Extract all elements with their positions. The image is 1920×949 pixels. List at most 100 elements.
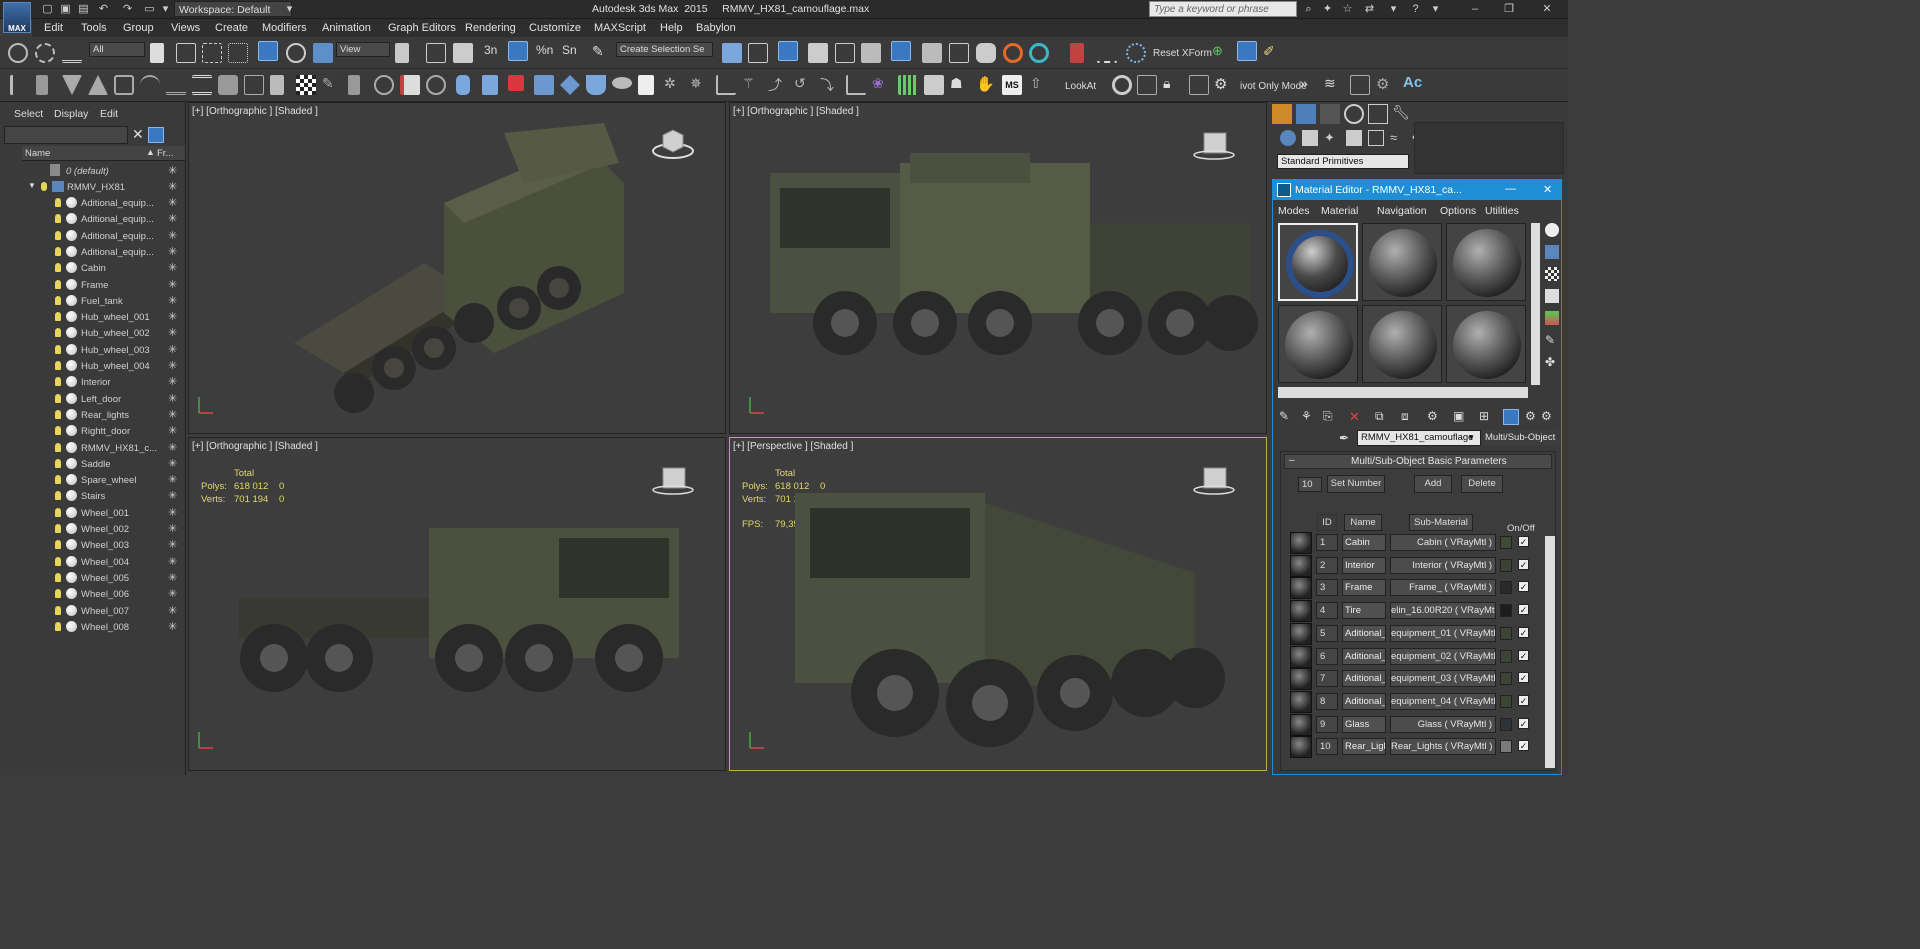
column-name-button[interactable]: Name (1344, 514, 1382, 531)
submaterial-name[interactable]: Cabin (1342, 534, 1386, 551)
menu-help[interactable]: Help (660, 22, 683, 34)
mesh-icon[interactable]: ✲ (664, 75, 684, 95)
light-icon[interactable] (55, 442, 61, 452)
freeze-icon[interactable]: ✳ (168, 261, 177, 274)
light-icon[interactable] (55, 556, 61, 566)
reference-coordinate-dropdown[interactable]: View (336, 42, 390, 57)
submaterial-name[interactable]: Aditional_e (1342, 692, 1386, 710)
lookat-label[interactable]: LookAt (1065, 81, 1096, 92)
binoculars-icon[interactable]: ⌕ (1301, 2, 1316, 16)
arc-icon[interactable] (140, 75, 160, 95)
submaterial-id[interactable]: 1 (1316, 534, 1338, 551)
submaterial-row[interactable]: 7Aditional_eequipment_03 ( VRayMtl ) ✓ (1290, 668, 1546, 691)
scene-object-row[interactable]: Stairs ✳ (22, 488, 185, 504)
tube-icon[interactable] (482, 75, 498, 95)
stack-icon[interactable] (192, 75, 212, 95)
reset-map-icon[interactable]: ✕ (1349, 409, 1360, 425)
freeze-icon[interactable]: ✳ (168, 506, 177, 519)
show-end-result-icon[interactable]: ⊞ (1479, 409, 1489, 423)
freeze-icon[interactable]: ✳ (168, 180, 177, 193)
menu-modes[interactable]: Modes (1278, 205, 1310, 217)
freeze-icon[interactable]: ✳ (168, 408, 177, 421)
assign-to-selection-icon[interactable]: ⎘ (1323, 409, 1333, 424)
submaterial-button[interactable]: Cabin ( VRayMtl ) (1390, 534, 1496, 551)
light-icon[interactable] (55, 246, 61, 256)
taper-icon[interactable]: ⤵ (820, 75, 840, 95)
video-color-check-icon[interactable] (1545, 311, 1559, 325)
light-icon[interactable] (55, 621, 61, 631)
curve-editor-icon[interactable] (835, 43, 855, 63)
column-submaterial-button[interactable]: Sub-Material (1409, 514, 1473, 531)
scene-explorer-toggle-icon[interactable] (778, 41, 798, 61)
menu-views[interactable]: Views (171, 22, 200, 34)
submaterial-onoff-checkbox[interactable]: ✓ (1518, 536, 1529, 547)
exchange-icon[interactable]: ⇄ (1362, 2, 1377, 16)
light-icon[interactable] (55, 409, 61, 419)
scene-object-row[interactable]: Wheel_006 ✳ (22, 586, 185, 602)
box-icon[interactable] (534, 75, 554, 95)
help-icon[interactable]: ? (1408, 2, 1423, 16)
scene-object-row[interactable]: Aditional_equip... ✳ (22, 228, 185, 244)
submaterial-id[interactable]: 10 (1316, 738, 1338, 756)
select-move-icon[interactable] (258, 41, 278, 61)
redo-icon[interactable]: ↷ (120, 2, 135, 16)
minimize-icon[interactable]: — (1505, 183, 1516, 195)
app-logo[interactable]: MAX (3, 2, 31, 33)
window-crossing-icon[interactable] (228, 43, 248, 63)
submaterial-name[interactable]: Frame (1342, 579, 1386, 597)
minimize-icon[interactable]: – (1464, 1, 1486, 17)
scene-object-row[interactable]: Frame ✳ (22, 277, 185, 293)
submaterial-thumbnail[interactable] (1290, 713, 1312, 736)
submaterial-thumbnail[interactable] (1290, 577, 1312, 600)
freeze-icon[interactable]: ✳ (168, 424, 177, 437)
submaterial-id[interactable]: 7 (1316, 670, 1338, 688)
light-icon[interactable] (55, 589, 61, 599)
freeze-icon[interactable]: ✳ (168, 392, 177, 405)
submaterial-thumbnail[interactable] (1290, 668, 1312, 691)
submaterial-thumbnail[interactable] (1290, 645, 1312, 668)
utilities-tab-icon[interactable]: 🔧︎ (1392, 104, 1412, 124)
scene-object-row[interactable]: Aditional_equip... ✳ (22, 195, 185, 211)
scene-object-row[interactable]: Rear_lights ✳ (22, 407, 185, 423)
select-manipulate-icon[interactable] (426, 43, 446, 63)
submaterial-id[interactable]: 4 (1316, 602, 1338, 620)
hammer-icon[interactable] (10, 75, 30, 95)
layer-row[interactable]: 0 (default) ✳ (22, 163, 185, 179)
make-unique-icon[interactable]: ⧉ (1375, 409, 1384, 424)
double-chevron-icon[interactable]: » (1300, 75, 1320, 95)
light-icon[interactable] (55, 328, 61, 338)
submaterial-name[interactable]: Rear_Light (1342, 738, 1386, 756)
spacewarps-icon[interactable]: ≈ (1390, 130, 1406, 146)
put-to-library-icon[interactable]: ⧈ (1401, 409, 1409, 424)
measure-icon[interactable] (1097, 43, 1117, 63)
submaterial-row[interactable]: 8Aditional_eequipment_04 ( VRayMtl ) ✓ (1290, 690, 1546, 713)
submaterial-button[interactable]: Glass ( VRayMtl ) (1390, 715, 1496, 733)
submaterial-onoff-checkbox[interactable]: ✓ (1518, 672, 1529, 684)
pivot-only-label[interactable]: ivot Only Mode (1240, 81, 1307, 92)
submaterial-color-swatch[interactable] (1500, 536, 1512, 549)
submaterial-thumbnail[interactable] (1290, 690, 1312, 713)
keyboard-shortcut-icon[interactable] (453, 43, 473, 63)
material-name-field[interactable]: RMMV_HX81_camouflage (1357, 430, 1481, 446)
viewport-top-left[interactable]: [+] [Orthographic ] [Shaded ] (188, 102, 726, 434)
diamond-icon[interactable] (560, 75, 580, 95)
light-icon[interactable] (55, 344, 61, 354)
dropdown-icon[interactable]: ▾ (1386, 2, 1401, 16)
light-icon[interactable] (55, 214, 61, 224)
submaterial-onoff-checkbox[interactable]: ✓ (1518, 694, 1529, 706)
twist-icon[interactable]: ↺ (794, 75, 814, 95)
geometry-icon[interactable] (1280, 130, 1296, 146)
scene-object-row[interactable]: Wheel_008 ✳ (22, 619, 185, 635)
freeze-icon[interactable]: ✳ (168, 343, 177, 356)
filter-toggle-icon[interactable] (148, 127, 164, 143)
submaterial-button[interactable]: equipment_04 ( VRayMtl ) (1390, 692, 1496, 710)
arrow-up-icon[interactable]: ⇧ (1030, 75, 1050, 95)
submaterial-row[interactable]: 3 Frame Frame_ ( VRayMtl ) ✓ (1290, 577, 1546, 600)
scene-object-row[interactable]: Aditional_equip... ✳ (22, 244, 185, 260)
red-box-icon[interactable] (508, 75, 524, 91)
pivot-icon[interactable] (1126, 43, 1146, 63)
material-slot-3[interactable] (1446, 223, 1526, 301)
cup-icon[interactable] (586, 75, 606, 95)
scene-object-row[interactable]: Left_door ✳ (22, 391, 185, 407)
table-icon[interactable] (270, 75, 284, 95)
